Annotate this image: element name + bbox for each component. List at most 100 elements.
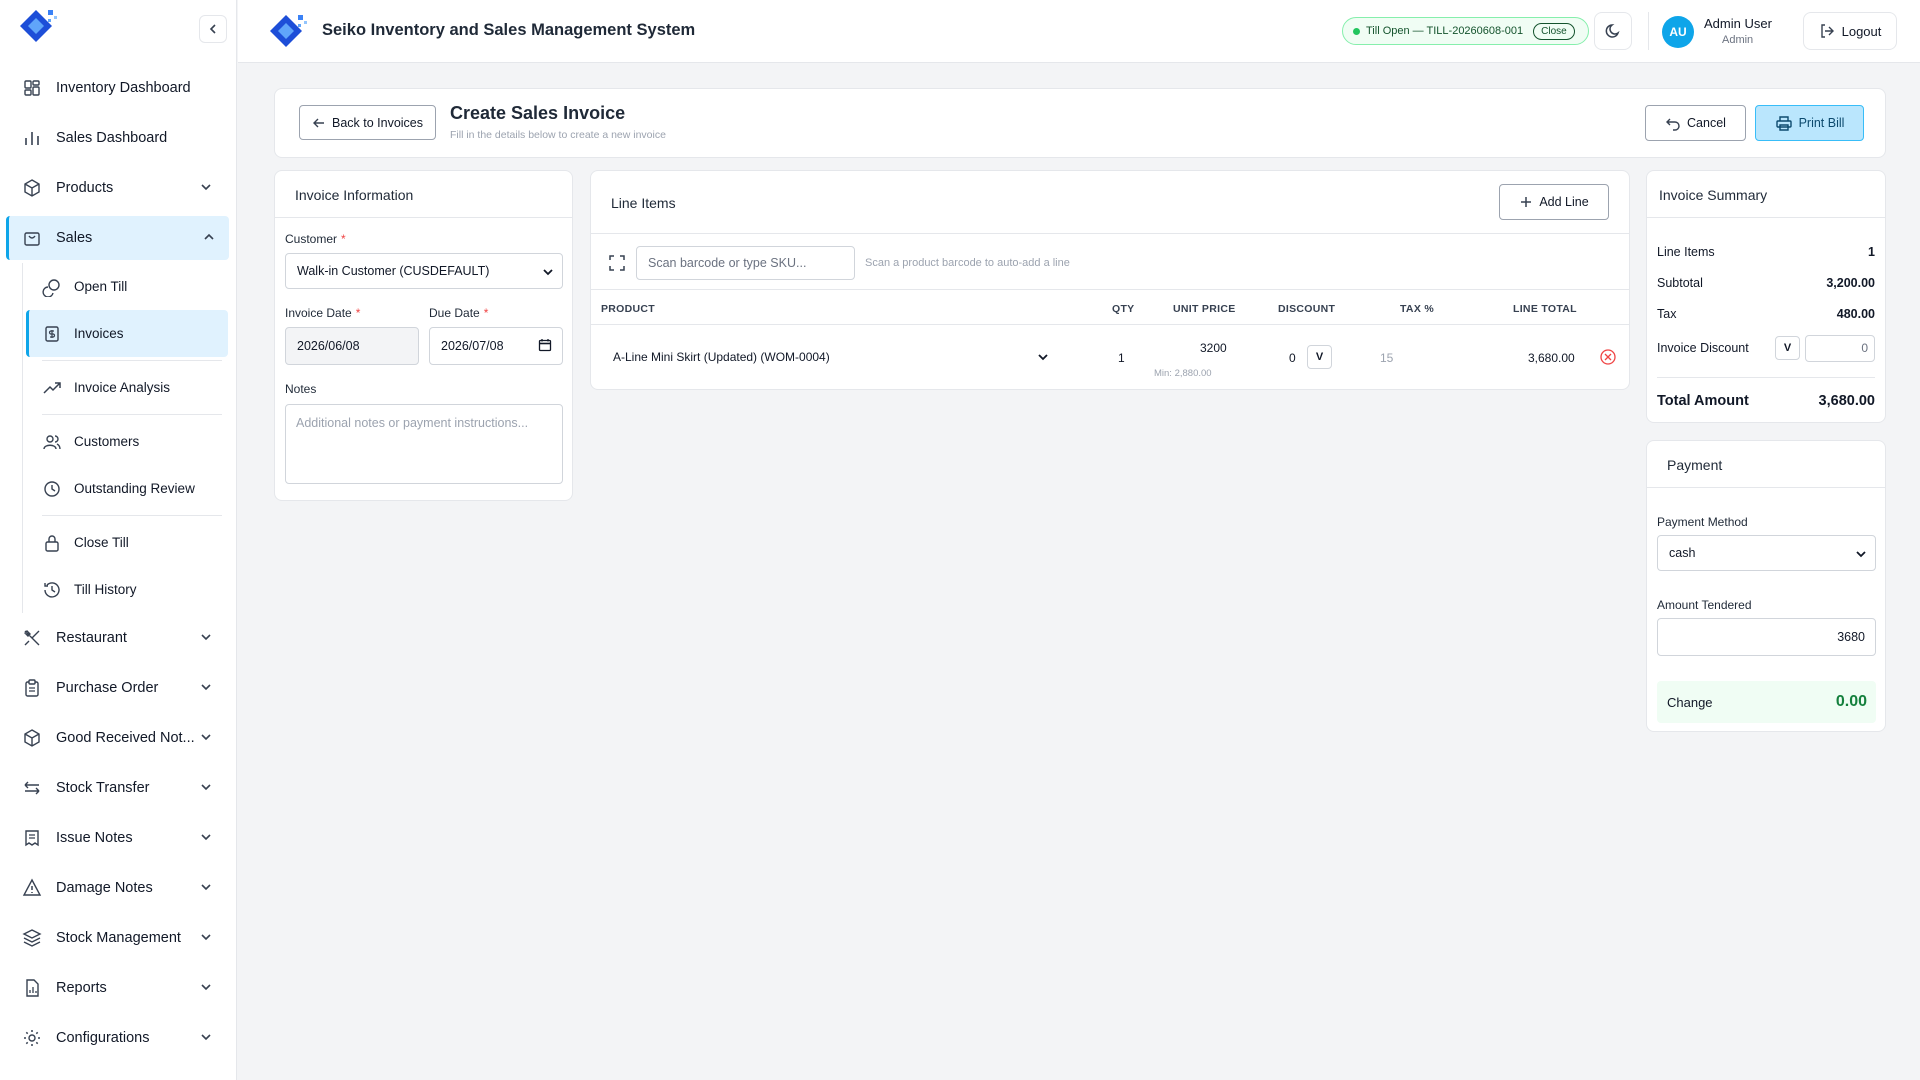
invoice-date-field[interactable]: 2026/06/08 <box>285 327 419 365</box>
payment-card: Payment Payment Method cash Amount Tende… <box>1646 440 1886 732</box>
logout-label: Logout <box>1841 23 1882 39</box>
status-dot-icon <box>1353 27 1360 35</box>
customer-select-value: Walk-in Customer (CUSDEFAULT) <box>297 264 490 278</box>
due-date-field[interactable]: 2026/07/08 <box>429 327 563 365</box>
chevron-down-icon <box>201 834 211 841</box>
chevron-down-icon <box>201 784 211 791</box>
page-header-card: Back to Invoices Create Sales Invoice Fi… <box>274 88 1886 158</box>
unit-price-input[interactable]: 3200 <box>1200 341 1227 355</box>
invoice-date-label: Invoice Date * <box>285 306 360 320</box>
sidebar-item-label: Products <box>56 180 114 196</box>
card-title: Line Items <box>611 195 676 211</box>
sidebar-item-open-till[interactable]: Open Till <box>26 263 228 310</box>
product-select[interactable]: A-Line Mini Skirt (Updated) (WOM-0004) <box>601 339 1061 375</box>
sidebar-item-invoice-analysis[interactable]: Invoice Analysis <box>26 364 228 411</box>
sidebar-item-outstanding-review[interactable]: Outstanding Review <box>26 465 228 512</box>
theme-toggle-button[interactable] <box>1594 12 1632 50</box>
summary-value: 3,200.00 <box>1826 276 1875 290</box>
amount-tendered-input[interactable]: 3680 <box>1657 618 1876 656</box>
chevron-down-icon <box>201 1034 211 1041</box>
back-to-invoices-button[interactable]: Back to Invoices <box>299 105 436 140</box>
cancel-button[interactable]: Cancel <box>1645 105 1746 141</box>
sidebar-item-close-till[interactable]: Close Till <box>26 519 228 566</box>
line-total: 3,680.00 <box>1528 351 1575 365</box>
scan-icon[interactable] <box>609 255 625 271</box>
card-title: Invoice Summary <box>1659 187 1768 203</box>
sidebar-item-sales-dashboard[interactable]: Sales Dashboard <box>0 113 237 163</box>
sidebar-item-label: Open Till <box>74 279 128 294</box>
till-close-button[interactable]: Close <box>1533 22 1575 40</box>
total-amount-row: Total Amount 3,680.00 <box>1657 393 1875 409</box>
shopping-bag-icon <box>24 232 40 246</box>
payment-method-select[interactable]: cash <box>1657 535 1876 571</box>
sidebar-item-reports[interactable]: Reports <box>0 963 237 1013</box>
sidebar-item-customers[interactable]: Customers <box>26 418 228 465</box>
app-logo[interactable] <box>18 6 58 50</box>
notes-textarea[interactable]: Additional notes or payment instructions… <box>285 404 563 484</box>
sidebar-item-stock-management[interactable]: Stock Management <box>0 913 237 963</box>
summary-label: Tax <box>1657 307 1677 321</box>
logout-icon <box>1820 24 1834 38</box>
notes-label: Notes <box>285 382 317 396</box>
due-date-value: 2026/07/08 <box>441 339 504 353</box>
customer-select[interactable]: Walk-in Customer (CUSDEFAULT) <box>285 253 563 289</box>
sidebar-item-sales[interactable]: Sales <box>6 216 229 260</box>
sidebar-item-invoices[interactable]: Invoices <box>26 310 228 357</box>
calendar-icon[interactable] <box>538 338 552 352</box>
remove-line-icon[interactable] <box>1599 348 1617 366</box>
tax-input[interactable]: 15 <box>1380 351 1393 365</box>
customer-label-text: Customer <box>285 232 338 246</box>
barcode-scan-input[interactable]: Scan barcode or type SKU... <box>636 246 855 280</box>
sidebar-item-configurations[interactable]: Configurations <box>0 1013 237 1063</box>
divider <box>275 217 572 218</box>
sidebar-item-inventory-dashboard[interactable]: Inventory Dashboard <box>0 63 237 113</box>
sidebar-item-restaurant[interactable]: Restaurant <box>0 613 237 663</box>
summary-tax-row: Tax 480.00 <box>1657 307 1875 321</box>
sidebar-item-stock-transfer[interactable]: Stock Transfer <box>0 763 237 813</box>
invoice-summary-card: Invoice Summary Line Items 1 Subtotal 3,… <box>1646 170 1886 423</box>
app-title: Seiko Inventory and Sales Management Sys… <box>322 21 696 39</box>
chevron-left-icon <box>209 24 216 34</box>
invoice-discount-type-toggle[interactable]: V <box>1775 336 1800 360</box>
sidebar-item-till-history[interactable]: Till History <box>26 566 228 613</box>
print-bill-button[interactable]: Print Bill <box>1755 105 1864 141</box>
logout-button[interactable]: Logout <box>1803 12 1897 50</box>
payment-method-value: cash <box>1669 546 1696 560</box>
sales-submenu: Open Till Invoices Invoice Analysis Cust… <box>0 263 237 613</box>
column-header-tax: TAX % <box>1400 303 1434 315</box>
sidebar-item-label: Configurations <box>56 1030 150 1046</box>
user-role: Admin <box>1722 34 1754 46</box>
sidebar-item-good-received-notes[interactable]: Good Received Not... <box>0 713 237 763</box>
sidebar-item-products[interactable]: Products <box>0 163 237 213</box>
sidebar-item-label: Invoice Analysis <box>74 380 171 395</box>
sidebar-item-label: Outstanding Review <box>74 481 195 496</box>
sidebar-item-purchase-order[interactable]: Purchase Order <box>0 663 237 713</box>
sidebar-collapse-button[interactable] <box>199 15 227 43</box>
chevron-down-icon <box>201 684 211 691</box>
scan-placeholder: Scan barcode or type SKU... <box>648 256 807 270</box>
invoice-discount-input[interactable]: 0 <box>1805 335 1875 362</box>
summary-line-items-row: Line Items 1 <box>1657 245 1875 259</box>
divider <box>591 289 1629 290</box>
avatar[interactable]: AU <box>1662 16 1694 48</box>
change-box: Change 0.00 <box>1657 681 1876 723</box>
discount-type-toggle[interactable]: V <box>1307 345 1332 369</box>
chevron-down-icon <box>201 934 211 941</box>
discount-input[interactable]: 0 <box>1289 351 1296 365</box>
printer-icon <box>1775 116 1792 131</box>
due-date-label-text: Due Date <box>429 306 480 320</box>
column-header-line-total: LINE TOTAL <box>1513 303 1577 315</box>
add-line-button[interactable]: Add Line <box>1499 184 1609 220</box>
chevron-down-icon <box>201 184 211 191</box>
sidebar-item-damage-notes[interactable]: Damage Notes <box>0 863 237 913</box>
amount-tendered-label: Amount Tendered <box>1657 598 1752 612</box>
chevron-down-icon <box>1856 551 1866 558</box>
sidebar-item-issue-notes[interactable]: Issue Notes <box>0 813 237 863</box>
dashboard-grid-icon <box>24 80 40 96</box>
summary-value: 480.00 <box>1836 307 1875 321</box>
sidebar-item-label: Invoices <box>74 326 124 341</box>
package-icon <box>24 179 40 197</box>
qty-input[interactable]: 1 <box>1118 351 1125 365</box>
clock-icon <box>44 480 60 497</box>
sidebar-item-label: Sales Dashboard <box>56 130 168 146</box>
